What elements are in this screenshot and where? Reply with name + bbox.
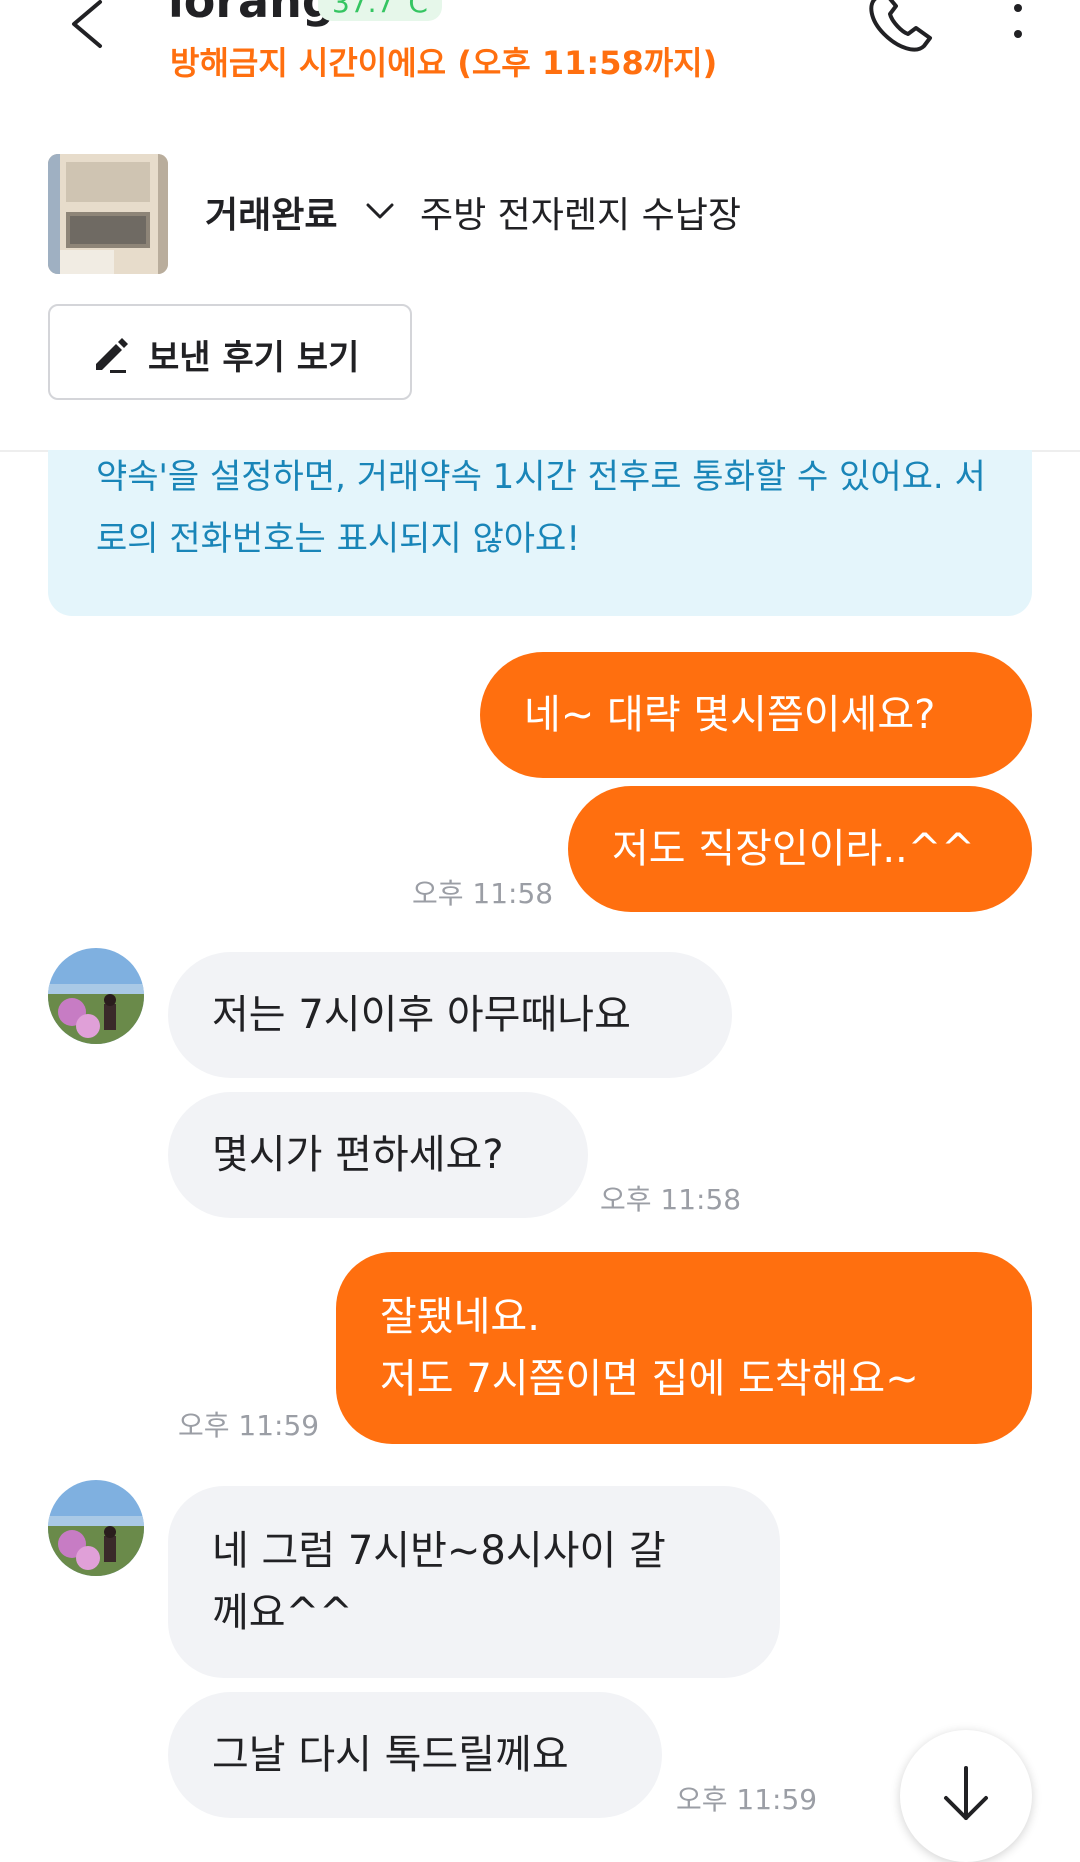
product-thumbnail[interactable]: [48, 154, 168, 274]
message-time: 오후 11:59: [178, 1409, 320, 1442]
phone-icon[interactable]: [864, 0, 938, 56]
product-title[interactable]: 주방 전자렌지 수납장: [420, 186, 741, 238]
chat-header: lorang 37.7°C 방해금지 시간이에요 (오후 11:58까지): [0, 0, 1080, 108]
back-icon[interactable]: [66, 0, 110, 50]
product-summary: 거래완료 주방 전자렌지 수납장 보낸 후기 보기: [0, 106, 1080, 452]
trade-status[interactable]: 거래완료: [205, 186, 337, 238]
arrow-down-icon: [942, 1766, 990, 1826]
review-button-label: 보낸 후기 보기: [148, 338, 360, 378]
avatar[interactable]: [48, 1480, 144, 1576]
do-not-disturb-notice: 방해금지 시간이에요 (오후 11:58까지): [170, 44, 718, 82]
call-info-text: 약속'을 설정하면, 거래약속 1시간 전후로 통화할 수 있어요. 서로의 전…: [96, 457, 986, 559]
message-bubble-outgoing[interactable]: 저도 직장인이라..^^: [568, 786, 1032, 912]
more-vertical-icon[interactable]: [1002, 0, 1034, 52]
partner-nickname: lorang: [168, 0, 335, 28]
message-time: 오후 11:58: [600, 1183, 742, 1216]
message-time: 오후 11:58: [412, 877, 554, 910]
message-bubble-incoming[interactable]: 네 그럼 7시반~8시사이 갈 께요^^: [168, 1486, 780, 1678]
message-bubble-incoming[interactable]: 몇시가 편하세요?: [168, 1092, 588, 1218]
avatar[interactable]: [48, 948, 144, 1044]
manner-temperature-badge: 37.7°C: [318, 0, 442, 21]
message-bubble-outgoing[interactable]: 네~ 대략 몇시쯤이세요?: [480, 652, 1032, 778]
chevron-down-icon[interactable]: [366, 202, 394, 220]
scroll-to-bottom-button[interactable]: [900, 1730, 1032, 1862]
call-info-box: 약속'을 설정하면, 거래약속 1시간 전후로 통화할 수 있어요. 서로의 전…: [48, 450, 1032, 616]
message-bubble-incoming[interactable]: 그날 다시 톡드릴께요: [168, 1692, 662, 1818]
pencil-icon: [90, 334, 130, 374]
message-time: 오후 11:59: [676, 1783, 818, 1816]
view-sent-review-button[interactable]: 보낸 후기 보기: [48, 304, 412, 400]
message-bubble-outgoing[interactable]: 잘됐네요. 저도 7시쯤이면 집에 도착해요~: [336, 1252, 1032, 1444]
message-bubble-incoming[interactable]: 저는 7시이후 아무때나요: [168, 952, 732, 1078]
